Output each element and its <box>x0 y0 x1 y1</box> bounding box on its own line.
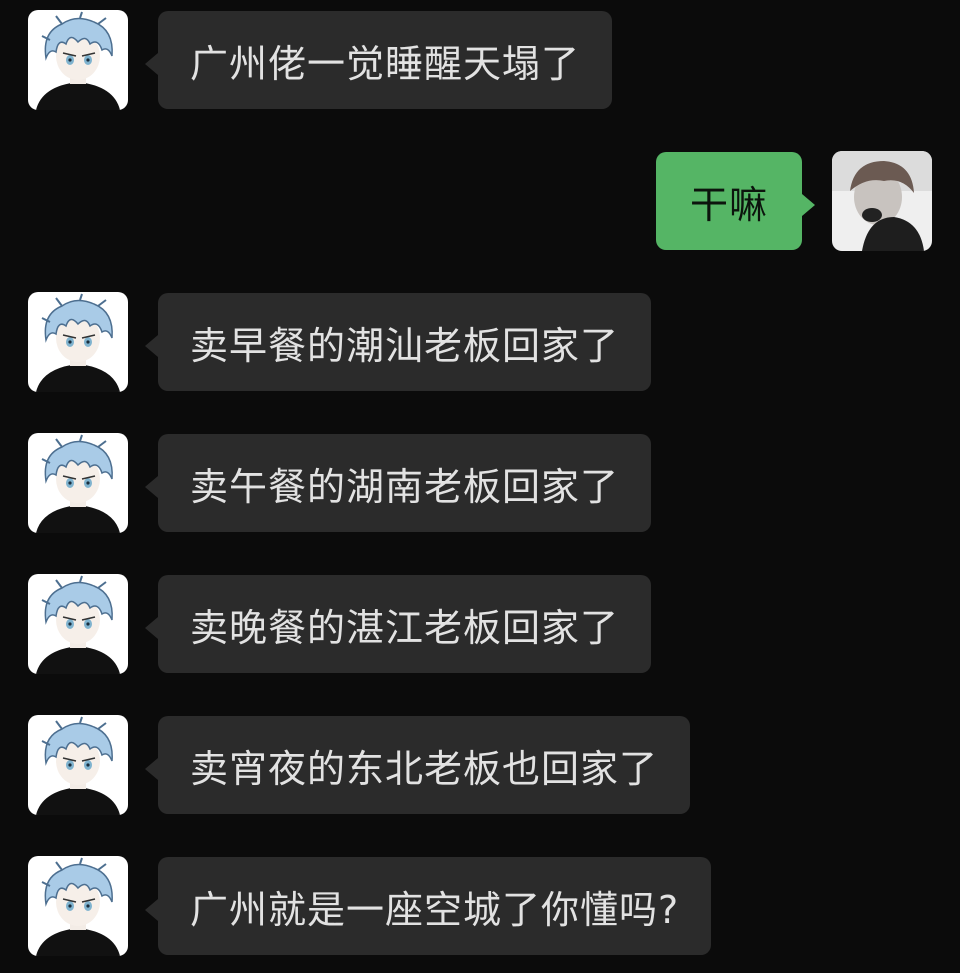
message-row: 广州佬一觉睡醒天塌了 <box>0 10 960 112</box>
incoming-message-bubble[interactable]: 广州就是一座空城了你懂吗? <box>144 857 712 955</box>
message-row: 卖早餐的潮汕老板回家了 <box>0 292 960 394</box>
anime-boy-avatar[interactable] <box>28 10 128 110</box>
message-row: 卖晚餐的湛江老板回家了 <box>0 574 960 676</box>
incoming-message-bubble[interactable]: 卖早餐的潮汕老板回家了 <box>144 293 652 391</box>
message-text: 广州佬一觉睡醒天塌了 <box>190 41 581 86</box>
anime-boy-avatar[interactable] <box>28 715 128 815</box>
anime-boy-avatar[interactable] <box>28 292 128 392</box>
incoming-message-bubble[interactable]: 卖午餐的湖南老板回家了 <box>144 434 652 532</box>
anime-boy-avatar[interactable] <box>28 856 128 956</box>
anime-boy-avatar[interactable] <box>28 433 128 533</box>
message-text: 广州就是一座空城了你懂吗? <box>190 887 680 932</box>
user-photo-avatar[interactable] <box>832 151 932 251</box>
incoming-message-bubble[interactable]: 卖宵夜的东北老板也回家了 <box>144 716 691 814</box>
message-row: 卖午餐的湖南老板回家了 <box>0 433 960 535</box>
message-row: 干嘛 <box>0 151 960 253</box>
outgoing-message-bubble[interactable]: 干嘛 <box>655 152 816 250</box>
message-text: 卖早餐的潮汕老板回家了 <box>190 323 620 368</box>
message-row: 卖宵夜的东北老板也回家了 <box>0 715 960 817</box>
message-text: 干嘛 <box>689 182 768 227</box>
incoming-message-bubble[interactable]: 广州佬一觉睡醒天塌了 <box>144 11 613 109</box>
message-text: 卖晚餐的湛江老板回家了 <box>190 605 620 650</box>
message-text: 卖宵夜的东北老板也回家了 <box>190 746 659 791</box>
message-text: 卖午餐的湖南老板回家了 <box>190 464 620 509</box>
message-row: 广州就是一座空城了你懂吗? <box>0 856 960 958</box>
incoming-message-bubble[interactable]: 卖晚餐的湛江老板回家了 <box>144 575 652 673</box>
anime-boy-avatar[interactable] <box>28 574 128 674</box>
